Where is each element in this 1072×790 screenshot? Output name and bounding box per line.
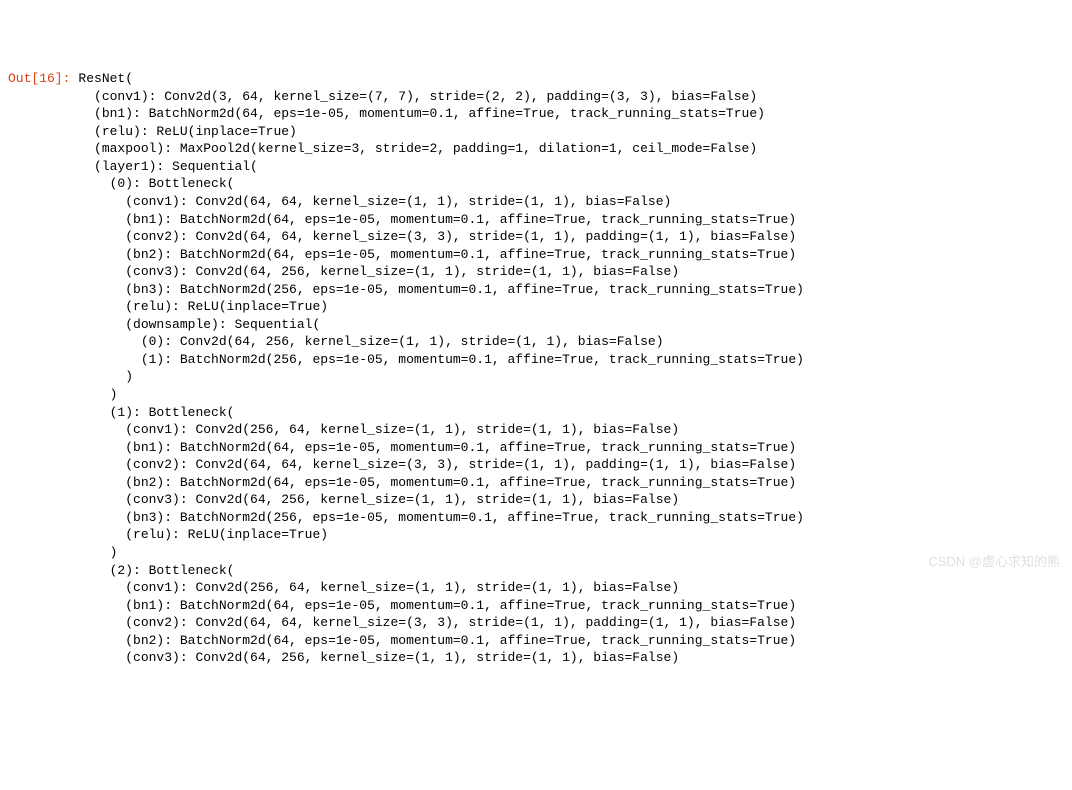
output-cell: Out[16]: ResNet( (conv1): Conv2d(3, 64, … [0,70,1072,667]
watermark-text: CSDN @虚心求知的熊 [928,553,1060,571]
output-prompt: Out[16]: [0,70,78,88]
output-content: ResNet( (conv1): Conv2d(3, 64, kernel_si… [78,70,1072,667]
